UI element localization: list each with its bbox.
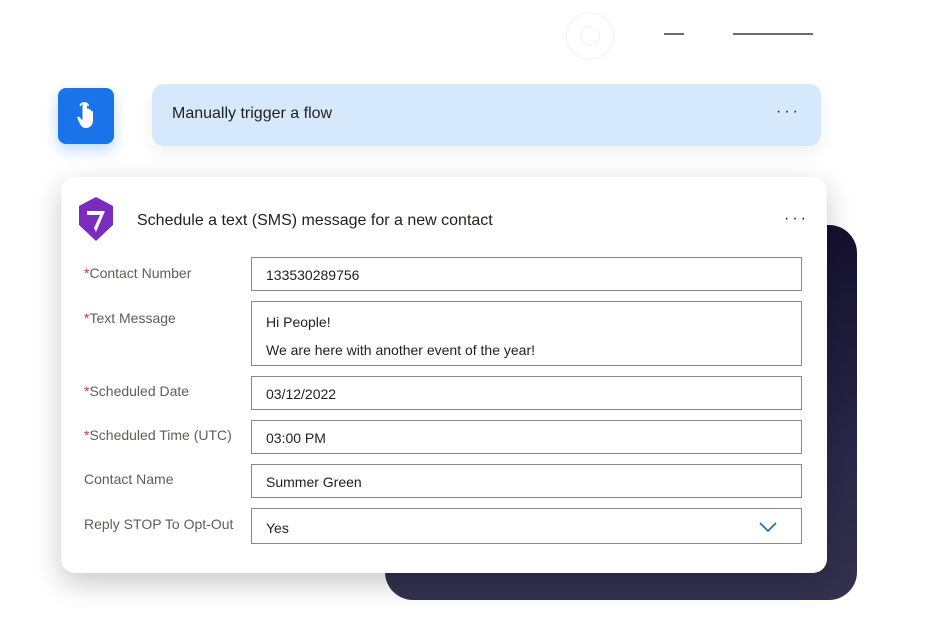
app-logo-icon [79,197,113,241]
decorative-line [664,33,684,35]
contact-name-input[interactable]: Summer Green [251,464,802,498]
trigger-step[interactable]: Manually trigger a flow ··· [152,84,821,146]
reply-stop-label: Reply STOP To Opt-Out [84,516,234,532]
more-options-icon[interactable]: ··· [784,211,809,227]
trigger-icon-tile[interactable] [58,88,114,144]
scheduled-date-label: *Scheduled Date [84,383,190,399]
decorative-line [733,33,813,35]
action-title: Schedule a text (SMS) message for a new … [137,212,493,229]
text-message-label: *Text Message [84,310,176,326]
chevron-down-icon[interactable] [759,522,777,532]
hand-pointer-icon [77,102,93,128]
text-message-input[interactable]: Hi People! We are here with another even… [251,301,802,366]
contact-number-input[interactable]: 133530289756 [251,257,802,291]
more-options-icon[interactable]: ··· [776,104,801,120]
contact-number-label: *Contact Number [84,265,192,281]
contact-name-label: Contact Name [84,471,174,487]
decorative-circle [566,12,614,60]
scheduled-time-input[interactable]: 03:00 PM [251,420,802,454]
trigger-title: Manually trigger a flow [172,105,333,122]
reply-stop-dropdown[interactable]: Yes [251,508,802,544]
action-card: Schedule a text (SMS) message for a new … [61,177,827,573]
scheduled-time-label: *Scheduled Time (UTC) [84,427,232,443]
scheduled-date-input[interactable]: 03/12/2022 [251,376,802,410]
